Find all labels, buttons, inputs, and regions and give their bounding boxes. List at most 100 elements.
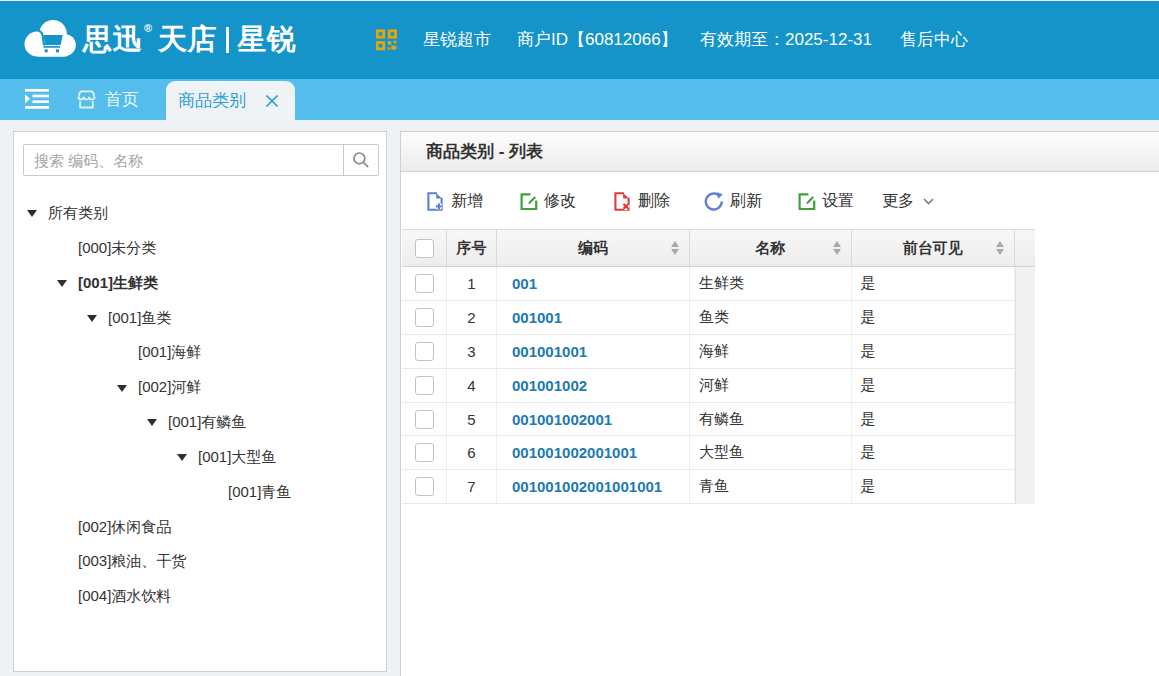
tree-item-label: [002]休闲食品 <box>78 510 171 545</box>
edit-button-label: 修改 <box>544 191 576 212</box>
row-seq: 2 <box>447 301 497 334</box>
tree-item[interactable]: [003]粮油、干货 <box>14 544 386 579</box>
tree-item[interactable]: [002]河鲜 <box>14 370 386 405</box>
chevron-down-icon <box>923 198 934 205</box>
row-checkbox[interactable] <box>415 274 434 293</box>
header-code[interactable]: 编码 <box>497 230 690 266</box>
tree-expander-icon[interactable] <box>147 419 157 426</box>
tree-expander-icon[interactable] <box>27 210 37 217</box>
collapse-menu-icon[interactable] <box>25 88 49 110</box>
row-checkbox[interactable] <box>415 443 434 462</box>
row-checkbox-cell <box>402 369 447 402</box>
table-row[interactable]: 2 001001 鱼类 是 <box>402 301 1015 335</box>
header-visible[interactable]: 前台可见 <box>852 230 1016 266</box>
tree-expander-icon[interactable] <box>177 454 187 461</box>
tree-item[interactable]: [001]大型鱼 <box>14 440 386 475</box>
row-checkbox[interactable] <box>415 477 434 496</box>
sort-icon[interactable] <box>671 240 680 256</box>
tree-item[interactable]: [001]鱼类 <box>14 301 386 336</box>
more-button[interactable]: 更多 <box>882 173 934 229</box>
tab-home-label: 首页 <box>105 88 139 111</box>
tab-product-category[interactable]: 商品类别 <box>166 81 295 120</box>
row-code[interactable]: 001001001 <box>497 335 690 368</box>
row-seq: 3 <box>447 335 497 368</box>
row-seq: 5 <box>447 403 497 436</box>
settings-button[interactable]: 设置 <box>796 173 854 229</box>
refresh-button[interactable]: 刷新 <box>704 173 762 229</box>
row-code[interactable]: 001 <box>497 267 690 300</box>
row-checkbox[interactable] <box>415 308 434 327</box>
header-name[interactable]: 名称 <box>690 230 852 266</box>
row-code[interactable]: 001001002 <box>497 369 690 402</box>
row-checkbox-cell <box>402 335 447 368</box>
delete-button-label: 删除 <box>638 191 670 212</box>
row-seq: 7 <box>447 470 497 503</box>
row-code[interactable]: 001001002001001 <box>497 436 690 469</box>
row-checkbox-cell <box>402 470 447 503</box>
sort-icon[interactable] <box>996 240 1005 256</box>
table-scrollbar-track[interactable] <box>1015 267 1035 504</box>
tree-item[interactable]: 所有类别 <box>14 196 386 231</box>
support-center-link[interactable]: 售后中心 <box>900 0 968 79</box>
row-visible: 是 <box>852 403 1016 436</box>
topbar-info: 星锐超市 商户ID【60812066】 有效期至：2025-12-31 售后中心 <box>0 0 1159 79</box>
table-row[interactable]: 4 001001002 河鲜 是 <box>402 369 1015 403</box>
row-visible: 是 <box>852 470 1016 503</box>
edit-button[interactable]: 修改 <box>518 173 576 229</box>
row-seq: 1 <box>447 267 497 300</box>
tree-item[interactable]: [001]海鲜 <box>14 335 386 370</box>
row-name: 大型鱼 <box>690 436 852 469</box>
tab-home[interactable]: 首页 <box>76 79 139 120</box>
tree-expander-icon[interactable] <box>117 385 127 392</box>
tree-item[interactable]: [001]青鱼 <box>14 475 386 510</box>
table-row[interactable]: 3 001001001 海鲜 是 <box>402 335 1015 369</box>
row-visible: 是 <box>852 267 1016 300</box>
row-name: 鱼类 <box>690 301 852 334</box>
search-button[interactable] <box>343 145 378 175</box>
sort-icon[interactable] <box>833 240 842 256</box>
select-all-checkbox[interactable] <box>415 239 434 258</box>
row-name: 生鲜类 <box>690 267 852 300</box>
table-row[interactable]: 5 001001002001 有鳞鱼 是 <box>402 403 1015 437</box>
row-name: 海鲜 <box>690 335 852 368</box>
tree-item-label: [001]有鳞鱼 <box>168 405 246 440</box>
tree-item-label: [003]粮油、干货 <box>78 544 186 579</box>
tree-item[interactable]: [004]酒水饮料 <box>14 579 386 614</box>
main-panel: 商品类别 - 列表 新增 修改 删除 <box>400 131 1159 676</box>
row-checkbox[interactable] <box>415 376 434 395</box>
tree-item[interactable]: [001]有鳞鱼 <box>14 405 386 440</box>
row-code[interactable]: 001001 <box>497 301 690 334</box>
merchant-id: 商户ID【60812066】 <box>517 0 678 79</box>
validity-date: 有效期至：2025-12-31 <box>700 0 872 79</box>
page-title: 商品类别 - 列表 <box>401 132 1159 172</box>
toolbar: 新增 修改 删除 刷新 <box>401 173 1159 229</box>
row-code[interactable]: 001001002001001001 <box>497 470 690 503</box>
search-input[interactable] <box>24 145 343 175</box>
row-checkbox[interactable] <box>415 410 434 429</box>
delete-button[interactable]: 删除 <box>612 173 670 229</box>
row-checkbox-cell <box>402 267 447 300</box>
tab-close-icon[interactable] <box>265 94 279 108</box>
table-row[interactable]: 6 001001002001001 大型鱼 是 <box>402 436 1015 470</box>
table-row[interactable]: 1 001 生鲜类 是 <box>402 267 1015 301</box>
tree-item-label: 所有类别 <box>48 196 108 231</box>
more-button-label: 更多 <box>882 191 914 212</box>
add-button-label: 新增 <box>451 191 483 212</box>
tree-expander-icon[interactable] <box>87 315 97 322</box>
tree-item[interactable]: [000]未分类 <box>14 231 386 266</box>
header-name-label: 名称 <box>755 239 785 258</box>
topbar: 思迅®天店 星锐 星锐超市 商户ID【60812066】 有效期至：20 <box>0 0 1159 79</box>
store-name: 星锐超市 <box>423 0 491 79</box>
row-code[interactable]: 001001002001 <box>497 403 690 436</box>
table-row[interactable]: 7 001001002001001001 青鱼 是 <box>402 470 1015 504</box>
delete-file-icon <box>612 192 632 211</box>
tree-expander-icon[interactable] <box>57 280 67 287</box>
tree-item-label: [004]酒水饮料 <box>78 579 171 614</box>
row-checkbox[interactable] <box>415 342 434 361</box>
add-button[interactable]: 新增 <box>425 173 483 229</box>
tree-item[interactable]: [001]生鲜类 <box>14 266 386 301</box>
row-name: 有鳞鱼 <box>690 403 852 436</box>
qr-code-icon[interactable] <box>375 29 398 51</box>
tree-item[interactable]: [002]休闲食品 <box>14 510 386 545</box>
row-name: 青鱼 <box>690 470 852 503</box>
